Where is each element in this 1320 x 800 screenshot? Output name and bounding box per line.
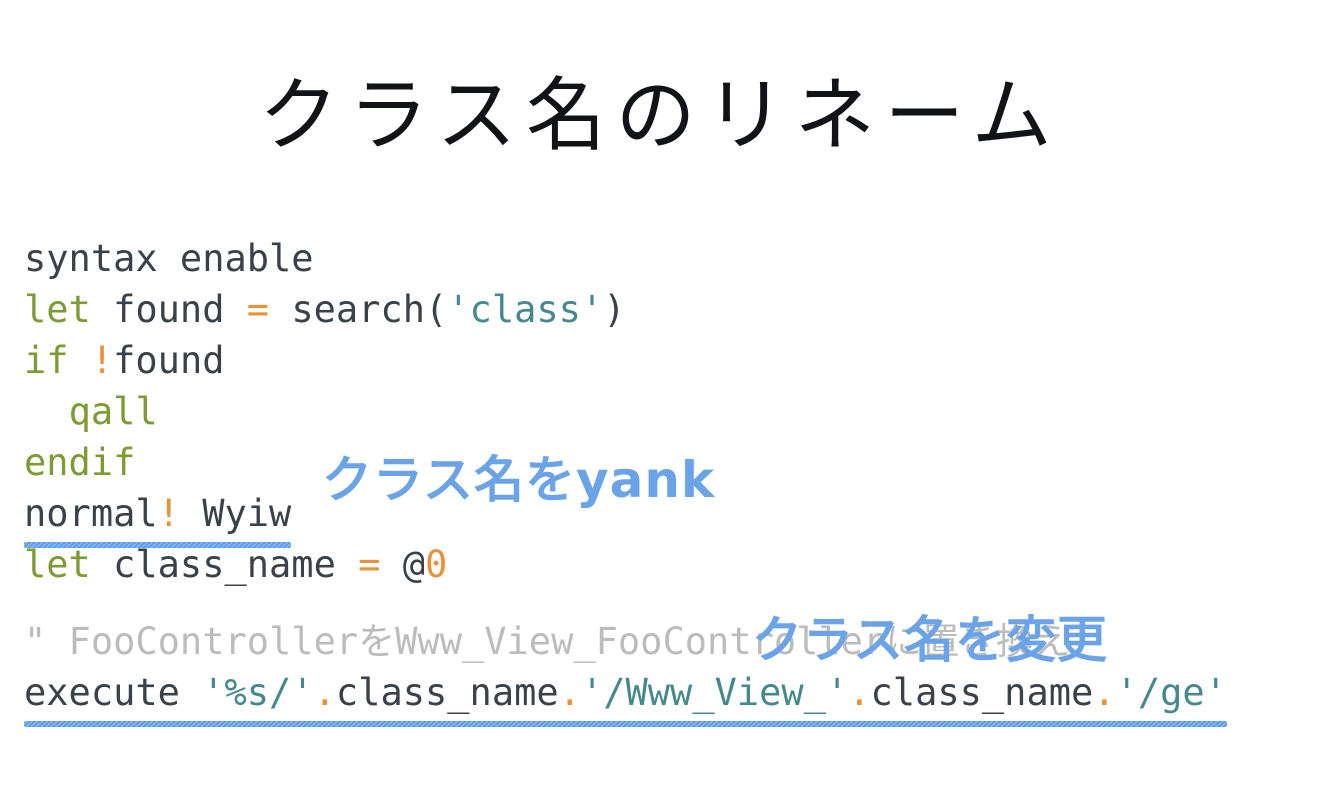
wavy-underline: execute '%s/'.class_name.'/Www_View_'.cl… bbox=[24, 667, 1227, 727]
code-token-plain: normal bbox=[24, 492, 158, 535]
line-blank bbox=[24, 590, 1314, 616]
code-token-op: ! bbox=[90, 339, 114, 382]
code-token-string: 'class' bbox=[447, 288, 604, 331]
code-token-plain: ) bbox=[603, 288, 626, 331]
code-token-op: ! bbox=[157, 492, 180, 535]
code-token-op: . bbox=[558, 671, 581, 714]
annotation-rename: クラス名を変更 bbox=[752, 611, 1108, 669]
code-token-plain: Wyiw bbox=[179, 492, 292, 535]
line-syntax-enable: syntax enable bbox=[24, 233, 1314, 284]
code-token-plain: execute bbox=[24, 671, 203, 714]
code-token-op: . bbox=[1093, 671, 1116, 714]
code-token-plain: syntax enable bbox=[24, 237, 314, 280]
code-token-plain: class_name bbox=[90, 543, 359, 586]
code-token-string: '%s/' bbox=[202, 671, 314, 714]
code-token-op: . bbox=[848, 671, 871, 714]
code-token-string: '/Www_View_' bbox=[580, 671, 849, 714]
line-comment: " FooControllerをWww_View_FooControllerに置… bbox=[24, 616, 1314, 667]
code-token-keyword: let bbox=[24, 543, 91, 586]
code-token-keyword: endif bbox=[24, 441, 136, 484]
code-token-keyword: if bbox=[24, 339, 69, 382]
code-token-op: = bbox=[246, 288, 270, 331]
code-token-plain: found bbox=[113, 339, 225, 382]
code-token-keyword: qall bbox=[68, 390, 158, 433]
code-token-keyword: let bbox=[24, 288, 91, 331]
code-token-plain: found bbox=[90, 288, 247, 331]
line-if-found: if !found bbox=[24, 335, 1314, 386]
line-let-found: let found = search('class') bbox=[24, 284, 1314, 335]
code-token-plain: @ bbox=[380, 543, 425, 586]
code-token-op: 0 bbox=[424, 543, 448, 586]
code-token-plain: search( bbox=[269, 288, 448, 331]
line-execute: execute '%s/'.class_name.'/Www_View_'.cl… bbox=[24, 667, 1314, 727]
code-token-plain: class_name bbox=[870, 671, 1094, 714]
code-token-op: = bbox=[358, 543, 381, 586]
code-token-plain: class_name bbox=[335, 671, 559, 714]
line-let-class-name: let class_name = @0 bbox=[24, 539, 1314, 590]
code-token-string: '/ge' bbox=[1115, 671, 1227, 714]
code-token-op: . bbox=[313, 671, 336, 714]
annotation-yank: クラス名をyank bbox=[322, 451, 716, 509]
page-title: クラス名のリネーム bbox=[258, 68, 1062, 162]
wavy-underline: normal! Wyiw bbox=[24, 488, 292, 548]
line-qall: qall bbox=[24, 386, 1314, 437]
